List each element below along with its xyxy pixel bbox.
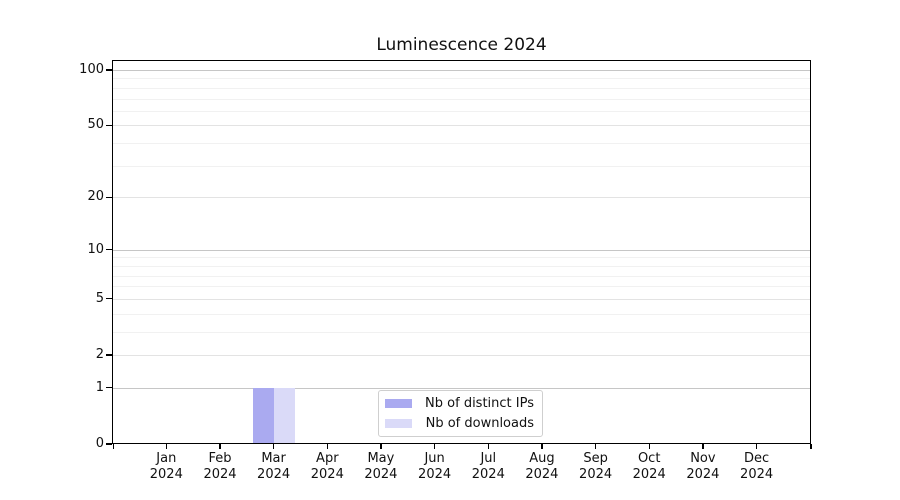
x-axis-tick <box>595 444 597 449</box>
x-tick-month: Dec <box>744 451 770 466</box>
x-axis-tick <box>273 444 275 449</box>
x-axis-tick <box>648 444 650 449</box>
legend-swatch <box>385 398 412 409</box>
x-axis-tick <box>434 444 436 449</box>
y-axis-tick-label: 0 <box>95 436 104 451</box>
y-axis-tick-label: 20 <box>87 189 104 205</box>
legend-item: Nb of distinct IPs <box>385 396 534 412</box>
plot-frame <box>112 60 811 444</box>
y-axis-tick-label: 50 <box>87 117 104 133</box>
x-axis-tick <box>702 444 704 449</box>
y-axis-tick-label: 100 <box>79 62 104 77</box>
y-axis-tick-label: 2 <box>95 347 104 362</box>
x-axis-tick <box>165 444 167 449</box>
legend-label: Nb of distinct IPs <box>425 395 534 411</box>
x-axis-tick <box>326 444 328 449</box>
x-axis-edge-tick <box>112 444 114 449</box>
legend: Nb of distinct IPs Nb of downloads <box>378 390 543 437</box>
chart-figure: Luminescence 2024 0 1 2 5 10 20 50 100 Jan 2024 Fe… <box>0 0 900 500</box>
x-axis-tick <box>541 444 543 449</box>
x-axis-tick <box>219 444 221 449</box>
legend-swatch <box>385 418 412 429</box>
y-axis-tick-label: 5 <box>95 290 104 306</box>
x-tick-year: 2024 <box>740 466 774 482</box>
legend-label: Nb of downloads <box>425 415 534 431</box>
x-axis-tick <box>756 444 758 449</box>
x-axis-tick <box>487 444 489 449</box>
legend-item: Nb of downloads <box>385 416 534 432</box>
y-axis-tick-label: 1 <box>95 379 104 395</box>
x-axis-edge-tick <box>810 444 812 449</box>
y-axis-tick-label: 10 <box>87 241 104 257</box>
x-axis-tick <box>380 444 382 449</box>
x-axis-tick-label: Dec 2024 <box>725 451 789 482</box>
